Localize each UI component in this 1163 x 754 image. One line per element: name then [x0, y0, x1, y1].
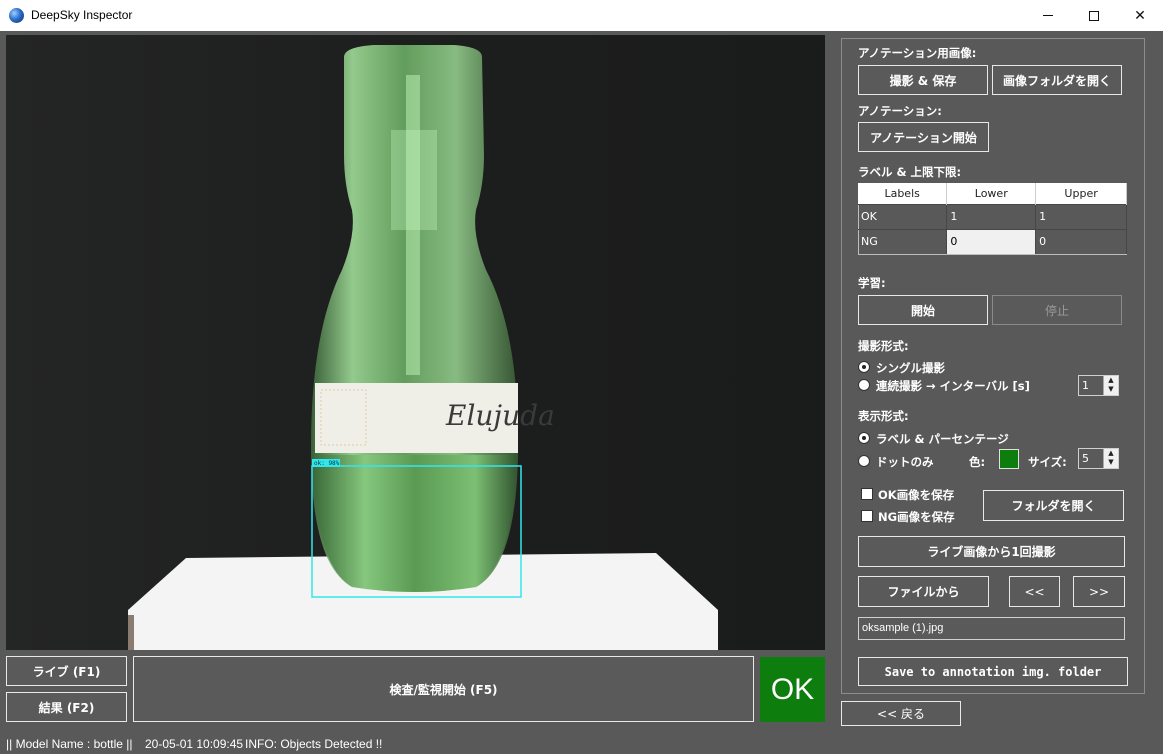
save-ng-checkbox[interactable] [861, 510, 873, 522]
detection-label: ok: 98% [314, 460, 340, 467]
close-icon: ✕ [1134, 7, 1146, 24]
back-button[interactable]: << 戻る [841, 701, 961, 726]
single-capture-label: シングル撮影 [876, 361, 945, 375]
maximize-icon [1089, 10, 1099, 21]
open-folder-button[interactable]: フォルダを開く [983, 490, 1124, 521]
label-percentage-radio[interactable] [858, 432, 870, 444]
window-title: DeepSky Inspector [31, 8, 133, 22]
spin-down-icon[interactable]: ▼ [1104, 385, 1118, 394]
learning-label: 学習: [858, 276, 886, 290]
result-status-indicator: OK [760, 657, 825, 722]
maximize-button[interactable] [1071, 0, 1117, 31]
size-stepper[interactable]: 5 ▲ ▼ [1078, 448, 1119, 469]
label-limits-label: ラベル & 上限下限: [858, 165, 962, 179]
camera-viewer[interactable]: Elujuda ok: 98% [6, 35, 825, 650]
status-timestamp: 20-05-01 10:09:45 [145, 737, 244, 751]
table-header-labels[interactable]: Labels [858, 183, 948, 204]
bottle-label-text: Elujuda [445, 399, 555, 432]
minimize-button[interactable] [1025, 0, 1071, 31]
result-button[interactable]: 結果 (F2) [6, 692, 127, 722]
stop-learning-button[interactable]: 停止 [992, 295, 1122, 325]
table-cell[interactable]: OK [858, 203, 948, 229]
start-learning-button[interactable]: 開始 [858, 295, 988, 325]
file-name-field[interactable]: oksample (1).jpg [858, 617, 1125, 640]
display-mode-label: 表示形式: [858, 409, 909, 423]
spin-up-icon[interactable]: ▲ [1104, 376, 1118, 385]
table-cell[interactable]: 1 [1035, 203, 1127, 229]
capture-save-button[interactable]: 撮影 & 保存 [858, 65, 988, 95]
save-annotation-button[interactable]: Save to annotation img. folder [858, 657, 1128, 686]
save-ng-label: NG画像を保存 [878, 510, 955, 524]
table-row[interactable]: NG 0 0 [858, 228, 1127, 254]
close-button[interactable]: ✕ [1117, 0, 1163, 31]
status-model: || Model Name : bottle || [6, 737, 133, 751]
open-image-folder-button[interactable]: 画像フォルダを開く [992, 65, 1122, 95]
camera-image: Elujuda ok: 98% [6, 35, 825, 650]
table-header-lower[interactable]: Lower [946, 183, 1037, 204]
table-cell[interactable]: NG [858, 228, 948, 254]
continuous-capture-radio[interactable] [858, 379, 870, 391]
annotation-label: アノテーション: [858, 104, 942, 118]
live-button[interactable]: ライブ (F1) [6, 656, 127, 686]
table-header-upper[interactable]: Upper [1035, 183, 1127, 204]
table-cell[interactable]: 1 [946, 203, 1037, 229]
spin-up-icon[interactable]: ▲ [1104, 449, 1118, 458]
title-bar: DeepSky Inspector ✕ [0, 0, 1163, 31]
dots-only-radio[interactable] [858, 455, 870, 467]
inspect-button[interactable]: 検査/監視開始 (F5) [133, 656, 754, 722]
continuous-capture-label: 連続撮影 → インターバル [s] [876, 379, 1030, 393]
capture-mode-label: 撮影形式: [858, 339, 909, 353]
size-label: サイズ: [1028, 455, 1067, 469]
save-ok-checkbox[interactable] [861, 488, 873, 500]
app-icon [9, 8, 24, 23]
labels-table[interactable]: Labels Lower Upper OK 1 1 NG 0 0 [858, 183, 1127, 254]
table-row[interactable]: OK 1 1 [858, 203, 1127, 229]
spin-down-icon[interactable]: ▼ [1104, 458, 1118, 467]
status-bar: || Model Name : bottle || 20-05-01 10:09… [0, 734, 1163, 754]
table-cell[interactable]: 0 [1035, 228, 1127, 254]
label-percentage-label: ラベル & パーセンテージ [876, 432, 1009, 446]
table-cell-selected[interactable]: 0 [946, 228, 1037, 254]
interval-value: 1 [1082, 379, 1089, 392]
dots-only-label: ドットのみ [876, 455, 934, 469]
color-label: 色: [969, 455, 986, 469]
single-capture-radio[interactable] [858, 361, 870, 373]
interval-stepper[interactable]: 1 ▲ ▼ [1078, 375, 1119, 396]
status-info: INFO: Objects Detected !! [245, 737, 383, 751]
minimize-icon [1043, 15, 1053, 16]
size-value: 5 [1082, 452, 1089, 465]
prev-file-button[interactable]: << [1009, 576, 1060, 607]
next-file-button[interactable]: >> [1073, 576, 1125, 607]
save-ok-label: OK画像を保存 [878, 488, 955, 502]
annotation-images-label: アノテーション用画像: [858, 46, 977, 60]
start-annotation-button[interactable]: アノテーション開始 [858, 122, 989, 152]
capture-once-button[interactable]: ライブ画像から1回撮影 [858, 536, 1125, 567]
from-file-button[interactable]: ファイルから [858, 576, 989, 607]
color-swatch[interactable] [999, 449, 1019, 469]
